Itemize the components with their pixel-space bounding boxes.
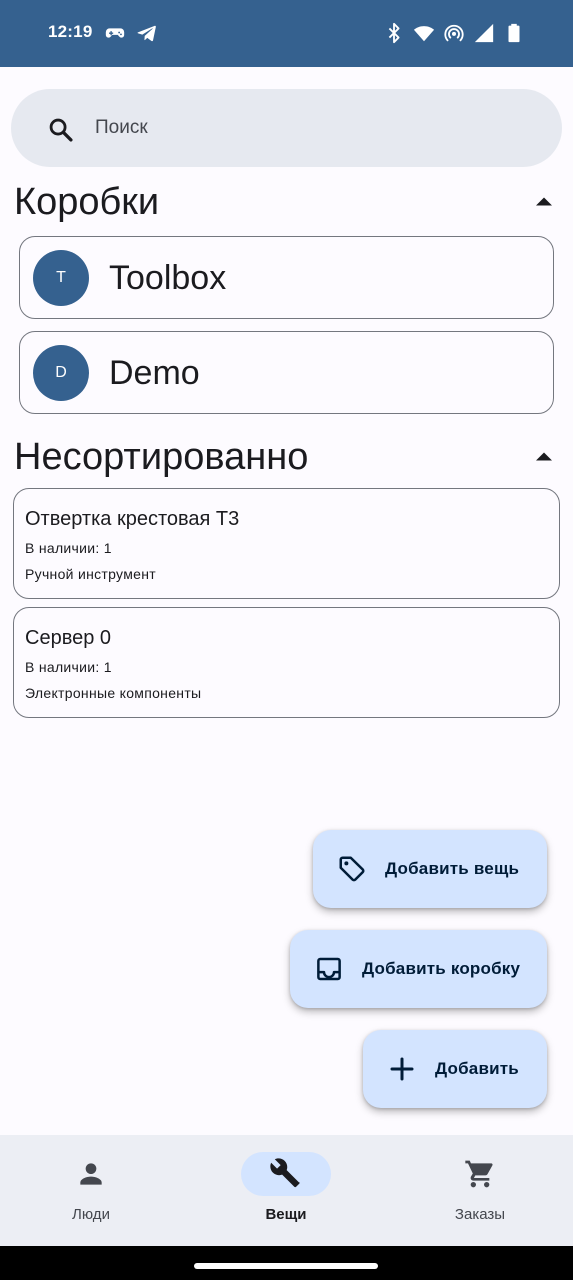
- bluetooth-icon: [388, 22, 400, 44]
- item-card[interactable]: Отвертка крестовая T3 В наличии: 1 Ручно…: [13, 488, 560, 599]
- nav-indicator: [46, 1152, 136, 1196]
- item-card[interactable]: Сервер 0 В наличии: 1 Электронные компон…: [13, 607, 560, 718]
- gesture-handle[interactable]: [194, 1263, 378, 1269]
- box-name: Toolbox: [109, 259, 227, 297]
- search-icon[interactable]: [47, 116, 75, 144]
- item-category: Электронные компоненты: [25, 685, 202, 701]
- wifi-icon: [413, 26, 435, 42]
- box-avatar: T: [33, 250, 89, 306]
- nav-label: Заказы: [454, 1206, 506, 1223]
- shopping-cart-icon: [465, 1160, 493, 1188]
- cellular-signal-icon: [474, 23, 494, 43]
- add-item-button[interactable]: Добавить вещь: [313, 830, 547, 908]
- wrench-icon: [270, 1158, 300, 1188]
- nav-item-things[interactable]: Вещи: [191, 1135, 381, 1246]
- boxes-section-title: Коробки: [14, 181, 160, 223]
- nav-item-people[interactable]: Люди: [0, 1135, 186, 1246]
- battery-icon: [508, 23, 520, 43]
- search-input[interactable]: [95, 111, 535, 145]
- status-bar: 12:19: [0, 0, 573, 67]
- search-bar[interactable]: [11, 89, 562, 167]
- add-item-label: Добавить вещь: [385, 859, 520, 878]
- status-system-icons: [383, 22, 525, 44]
- add-box-label: Добавить коробку: [362, 959, 521, 978]
- status-notification-icons: [104, 22, 158, 44]
- box-name: Demo: [109, 354, 200, 392]
- nav-item-orders[interactable]: Заказы: [385, 1135, 573, 1246]
- tag-icon: [339, 856, 365, 882]
- inbox-tray-icon: [317, 957, 341, 981]
- bottom-navigation: Люди Вещи Заказы: [0, 1135, 573, 1246]
- collapse-unsorted-icon[interactable]: [535, 451, 553, 461]
- nav-indicator-active: [241, 1152, 331, 1196]
- item-name: Отвертка крестовая T3: [25, 508, 240, 530]
- box-card[interactable]: T Toolbox: [19, 236, 554, 319]
- hotspot-icon: [444, 24, 464, 42]
- unsorted-section-title: Несортированно: [14, 436, 309, 478]
- plus-icon: [390, 1057, 414, 1081]
- add-button[interactable]: Добавить: [363, 1030, 547, 1108]
- item-category: Ручной инструмент: [25, 566, 156, 582]
- nav-label: Люди: [72, 1206, 110, 1223]
- add-label: Добавить: [435, 1059, 519, 1078]
- box-card[interactable]: D Demo: [19, 331, 554, 414]
- gesture-navigation-area: [0, 1246, 573, 1280]
- game-controller-icon: [105, 28, 125, 38]
- item-stock: В наличии: 1: [25, 659, 112, 675]
- item-name: Сервер 0: [25, 627, 112, 649]
- box-avatar: D: [33, 345, 89, 401]
- item-stock: В наличии: 1: [25, 540, 112, 556]
- add-box-button[interactable]: Добавить коробку: [290, 930, 547, 1008]
- person-icon: [80, 1163, 102, 1185]
- telegram-icon: [137, 25, 156, 42]
- nav-indicator: [435, 1152, 525, 1196]
- collapse-boxes-icon[interactable]: [535, 196, 553, 206]
- nav-label: Вещи: [265, 1206, 307, 1223]
- status-time: 12:19: [48, 22, 93, 41]
